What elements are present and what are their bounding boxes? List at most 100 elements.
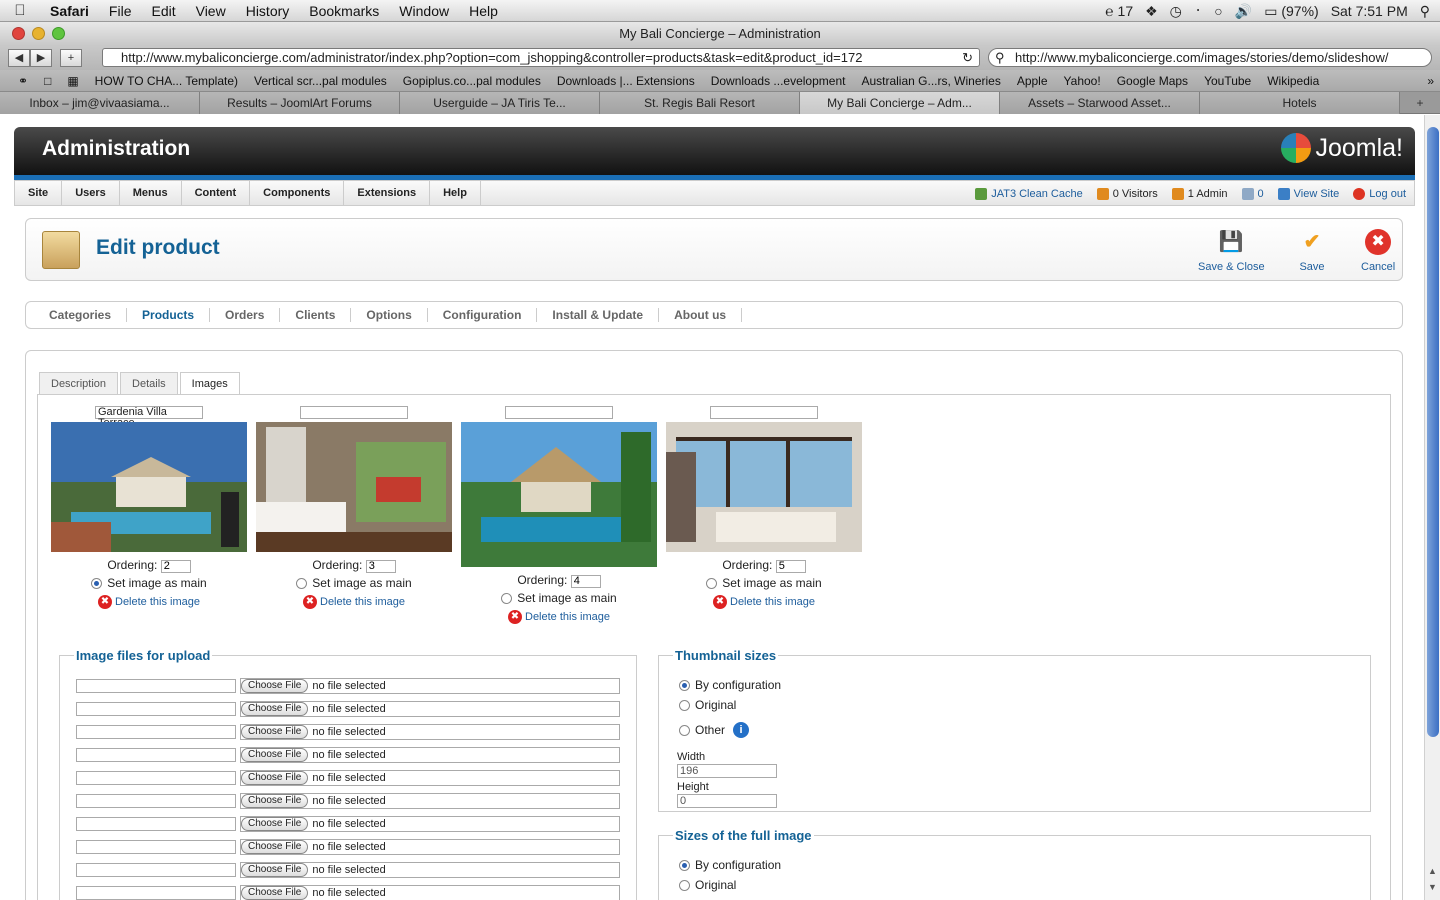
full-option-original[interactable]: Original — [679, 878, 736, 892]
set-main-row[interactable]: Set image as main — [461, 591, 657, 605]
product-photo[interactable] — [51, 422, 247, 552]
file-input[interactable]: Choose File no file selected — [240, 793, 620, 809]
bookmark-item[interactable]: Yahoo! — [1056, 74, 1109, 88]
file-input[interactable]: Choose File no file selected — [240, 770, 620, 786]
bookmark-item[interactable]: Wikipedia — [1259, 74, 1327, 88]
scrollbar-thumb[interactable] — [1427, 127, 1439, 737]
bluetooth-icon[interactable]: ᛫ — [1194, 3, 1202, 19]
file-input[interactable]: Choose File no file selected — [240, 701, 620, 717]
menu-help[interactable]: Help — [459, 3, 508, 19]
choose-file-button[interactable]: Choose File — [241, 702, 309, 716]
admin-menu-users[interactable]: Users — [62, 180, 120, 206]
thumb-option-config[interactable]: By configuration — [679, 678, 781, 692]
submenu-products[interactable]: Products — [127, 308, 211, 322]
search-field[interactable]: ⚲ http://www.mybaliconcierge.com/images/… — [988, 48, 1432, 67]
tab-description[interactable]: Description — [39, 372, 119, 394]
file-input[interactable]: Choose File no file selected — [240, 862, 620, 878]
close-window-icon[interactable] — [12, 27, 25, 40]
browser-tab[interactable]: Results – JoomlArt Forums — [200, 92, 400, 114]
admin-menu-extensions[interactable]: Extensions — [344, 180, 431, 206]
save-close-button[interactable]: 💾 Save & Close — [1198, 229, 1265, 273]
top-sites-icon[interactable]: ▦ — [59, 74, 86, 88]
menu-edit[interactable]: Edit — [141, 3, 185, 19]
radio-original[interactable] — [679, 699, 690, 711]
apple-icon[interactable]:  — [0, 2, 40, 19]
bookmark-item[interactable]: Downloads ...evelopment — [703, 74, 854, 88]
choose-file-button[interactable]: Choose File — [241, 748, 309, 762]
scroll-down-arrow-icon[interactable]: ▲ — [1428, 866, 1437, 876]
info-icon[interactable]: i — [733, 722, 750, 738]
bookmark-item[interactable]: Apple — [1009, 74, 1056, 88]
delete-image-link[interactable]: ✖ Delete this image — [461, 609, 657, 624]
more-bookmarks-icon[interactable]: » — [1427, 74, 1434, 88]
browser-tab-active[interactable]: My Bali Concierge – Adm... — [800, 92, 1000, 114]
menu-bookmarks[interactable]: Bookmarks — [299, 3, 389, 19]
admin-menu-content[interactable]: Content — [182, 180, 251, 206]
upload-title-input[interactable] — [76, 840, 236, 854]
scroll-up-arrow-icon[interactable]: ▼ — [1428, 882, 1437, 892]
admin-menu-components[interactable]: Components — [250, 180, 345, 206]
radio-other[interactable] — [679, 724, 690, 736]
bookmark-item[interactable]: Downloads |... Extensions — [549, 74, 703, 88]
submenu-orders[interactable]: Orders — [210, 308, 281, 322]
minimize-window-icon[interactable] — [32, 27, 45, 40]
browser-tab[interactable]: Assets – Starwood Asset... — [1000, 92, 1200, 114]
volume-icon[interactable]: 🔊 — [1235, 3, 1252, 20]
ordering-input[interactable] — [570, 574, 601, 588]
bookmark-item[interactable]: Gopiplus.co...pal modules — [395, 74, 549, 88]
menu-file[interactable]: File — [99, 3, 142, 19]
submenu-about-us[interactable]: About us — [659, 308, 743, 322]
set-main-row[interactable]: Set image as main — [256, 576, 452, 590]
product-photo[interactable] — [666, 422, 862, 552]
main-radio[interactable] — [296, 577, 308, 589]
delete-image-link[interactable]: ✖ Delete this image — [666, 594, 862, 609]
upload-title-input[interactable] — [76, 748, 236, 762]
radio-by-config[interactable] — [679, 679, 690, 691]
file-input[interactable]: Choose File no file selected — [240, 678, 620, 694]
battery-status[interactable]: ▭ (97%) — [1264, 3, 1318, 20]
submenu-options[interactable]: Options — [351, 308, 428, 322]
tab-details[interactable]: Details — [120, 372, 178, 394]
page-scrollbar[interactable]: ▲ ▼ — [1424, 115, 1440, 900]
cancel-button[interactable]: ✖ Cancel — [1361, 229, 1395, 273]
image-title-input[interactable] — [710, 406, 818, 419]
thumb-option-other[interactable]: Other i — [679, 722, 750, 738]
tab-images[interactable]: Images — [179, 372, 240, 394]
save-button[interactable]: ✔ Save — [1299, 229, 1325, 273]
thumb-option-original[interactable]: Original — [679, 698, 736, 712]
menu-history[interactable]: History — [236, 3, 300, 19]
menu-view[interactable]: View — [186, 3, 236, 19]
submenu-categories[interactable]: Categories — [34, 308, 128, 322]
image-title-input[interactable] — [505, 406, 613, 419]
bookmark-item[interactable]: Australian G...rs, Wineries — [853, 74, 1008, 88]
upload-title-input[interactable] — [76, 702, 236, 716]
bookmark-item[interactable]: Vertical scr...pal modules — [246, 74, 395, 88]
ordering-input[interactable] — [365, 559, 396, 573]
ordering-input[interactable] — [160, 559, 191, 573]
upload-title-input[interactable] — [76, 863, 236, 877]
upload-title-input[interactable] — [76, 771, 236, 785]
upload-title-input[interactable] — [76, 794, 236, 808]
admin-menu-help[interactable]: Help — [430, 180, 481, 206]
choose-file-button[interactable]: Choose File — [241, 886, 309, 900]
submenu-install-update[interactable]: Install & Update — [537, 308, 660, 322]
logout-link[interactable]: Log out — [1353, 187, 1406, 200]
submenu-clients[interactable]: Clients — [280, 308, 352, 322]
image-title-input[interactable]: Gardenia Villa Terrace — [95, 406, 203, 429]
browser-tab[interactable]: Inbox – jim@vivaasiama... — [0, 92, 200, 114]
spotlight-icon[interactable]: ⚲ — [1420, 3, 1430, 20]
radio-full-by-config[interactable] — [679, 859, 690, 871]
file-input[interactable]: Choose File no file selected — [240, 816, 620, 832]
choose-file-button[interactable]: Choose File — [241, 817, 309, 831]
time-machine-icon[interactable]: ◷ — [1170, 3, 1182, 20]
delete-image-link[interactable]: ✖ Delete this image — [256, 594, 452, 609]
choose-file-button[interactable]: Choose File — [241, 771, 309, 785]
upload-title-input[interactable] — [76, 725, 236, 739]
set-main-row[interactable]: Set image as main — [666, 576, 862, 590]
admin-menu-site[interactable]: Site — [15, 180, 63, 206]
clean-cache-link[interactable]: JAT3 Clean Cache — [975, 187, 1083, 200]
reading-list-icon[interactable]: ⚭ — [10, 74, 36, 88]
reload-icon[interactable]: ↻ — [962, 49, 973, 66]
height-input[interactable]: 0 — [677, 794, 777, 808]
choose-file-button[interactable]: Choose File — [241, 863, 309, 877]
